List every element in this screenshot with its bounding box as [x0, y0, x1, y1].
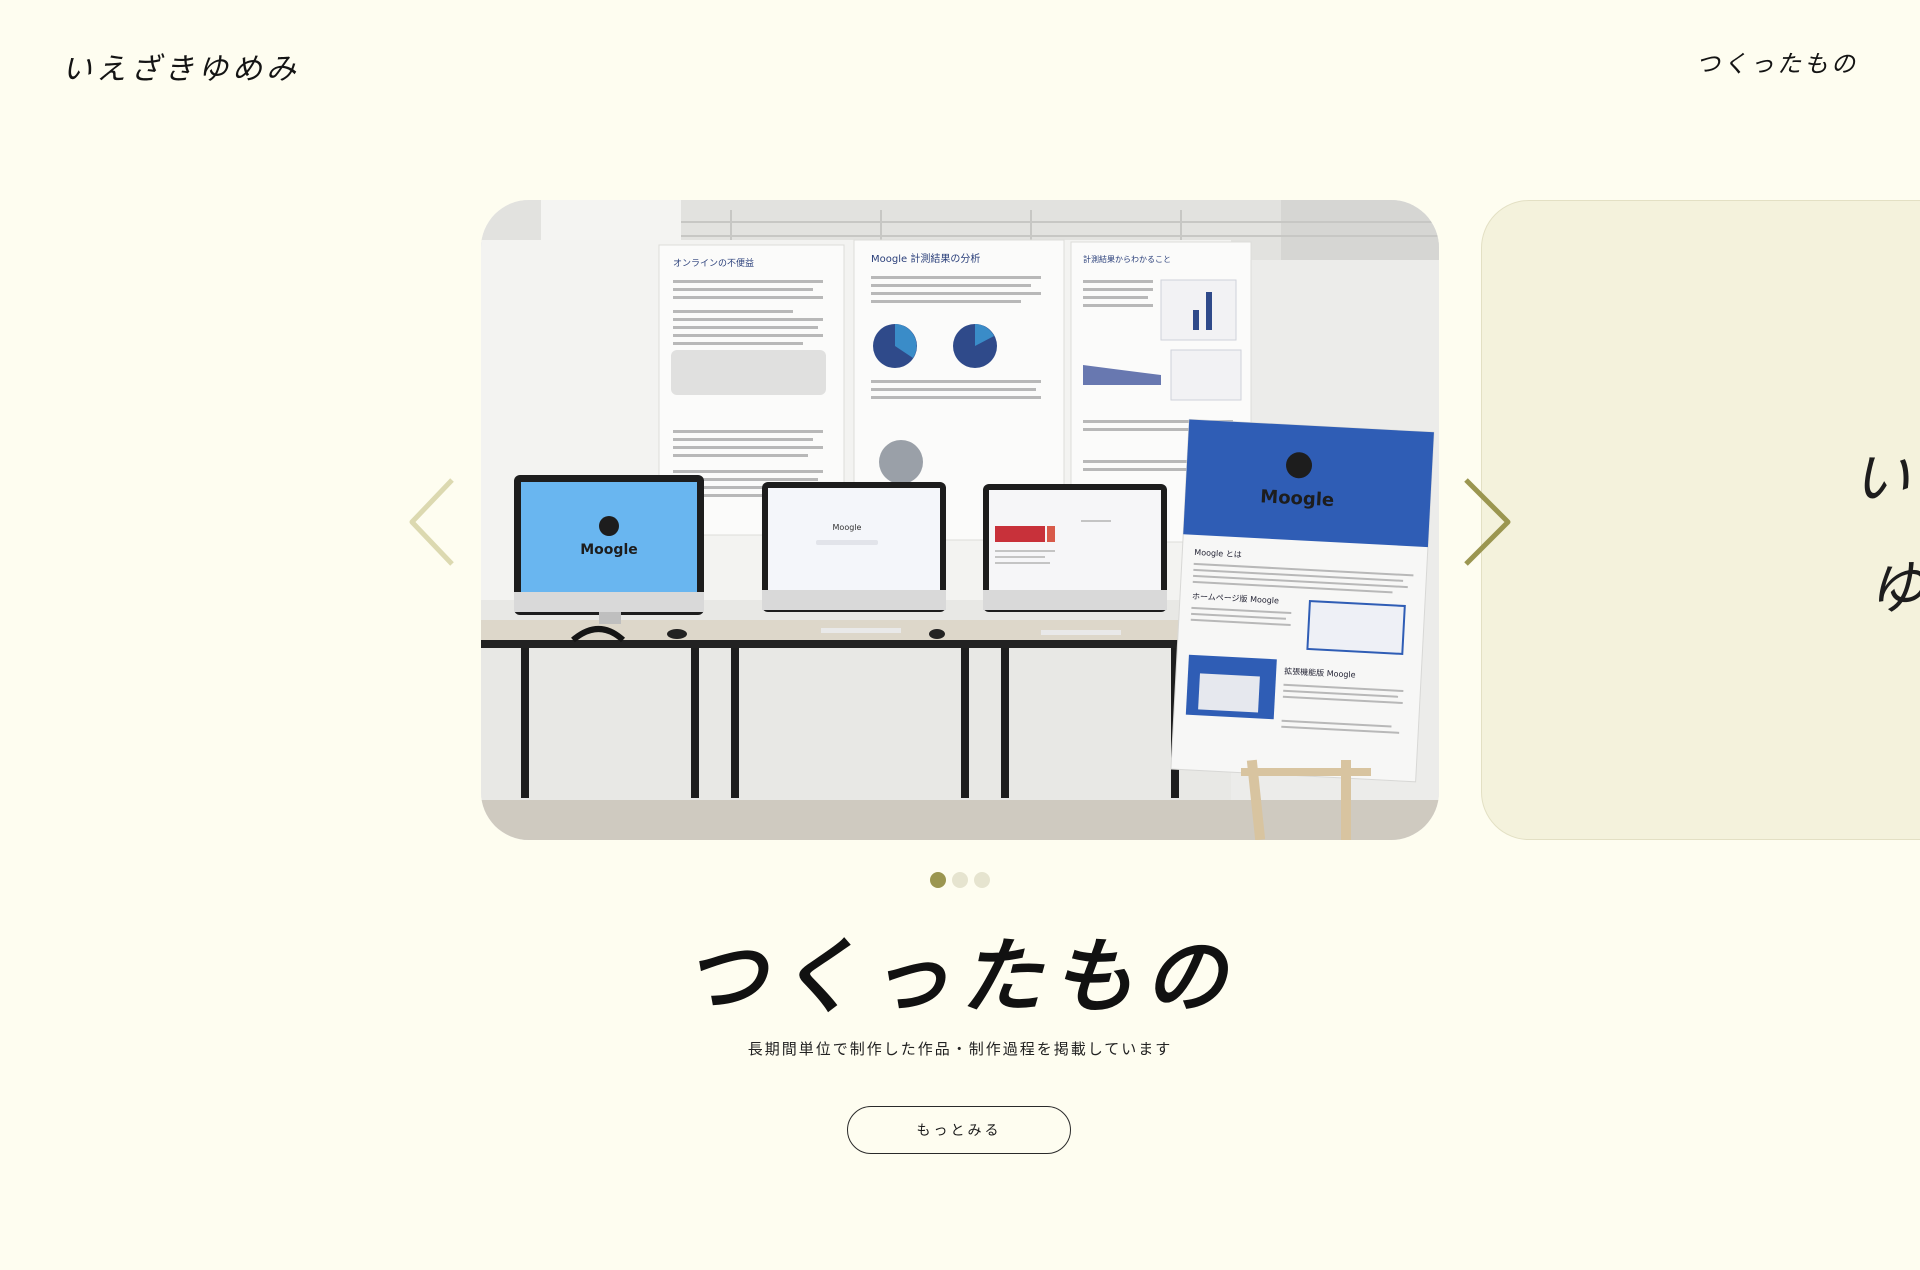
site-logo[interactable]: いえざきゆめみ: [62, 44, 300, 88]
monitor-2-label: Moogle: [833, 523, 862, 532]
poster-1-title: オンラインの不便益: [673, 257, 754, 269]
carousel-prev-button[interactable]: [402, 472, 462, 572]
monitor-2: Moogle: [762, 482, 946, 612]
section-description: 長期間単位で制作した作品・制作過程を掲載しています: [747, 1040, 1173, 1058]
section-title: つくったもの: [684, 929, 1236, 1025]
carousel-dot-3[interactable]: [974, 872, 990, 888]
poster-3-title: 計測結果からわかること: [1083, 254, 1171, 264]
works-carousel: オンラインの不便益 Moogle 計測結果の分析 計測結果からわかること Moo…: [0, 200, 1920, 840]
chevron-left-icon: [409, 478, 454, 566]
carousel-pagination: [0, 872, 1920, 892]
chevron-right-icon: [1464, 478, 1511, 566]
site-header: いえざきゆめみ つくったもの: [0, 0, 1920, 130]
slide-next-char-1: い: [1852, 444, 1911, 512]
nav-link-works[interactable]: つくったもの: [1696, 44, 1858, 79]
carousel-slide-next[interactable]: い ゆ: [1481, 200, 1920, 840]
sign-brand: Moogle: [1260, 486, 1335, 511]
exhibition-photo: オンラインの不便益 Moogle 計測結果の分析 計測結果からわかること Moo…: [481, 200, 1439, 840]
info-sign-board: Moogle Moogle とは ホームページ版 Moogle 拡張機能版 Mo…: [1170, 418, 1435, 783]
carousel-slide-active[interactable]: オンラインの不便益 Moogle 計測結果の分析 計測結果からわかること Moo…: [481, 200, 1439, 840]
monitor-3: [983, 484, 1167, 612]
monitor-1: Moogle: [514, 475, 704, 624]
more-button[interactable]: もっとみる: [847, 1106, 1071, 1154]
carousel-dot-1[interactable]: [930, 872, 946, 888]
carousel-dot-2[interactable]: [952, 872, 968, 888]
poster-2-title: Moogle 計測結果の分析: [871, 252, 980, 265]
carousel-next-button[interactable]: [1458, 472, 1518, 572]
monitor-1-label: Moogle: [580, 542, 637, 558]
slide-next-char-2: ゆ: [1868, 541, 1920, 625]
